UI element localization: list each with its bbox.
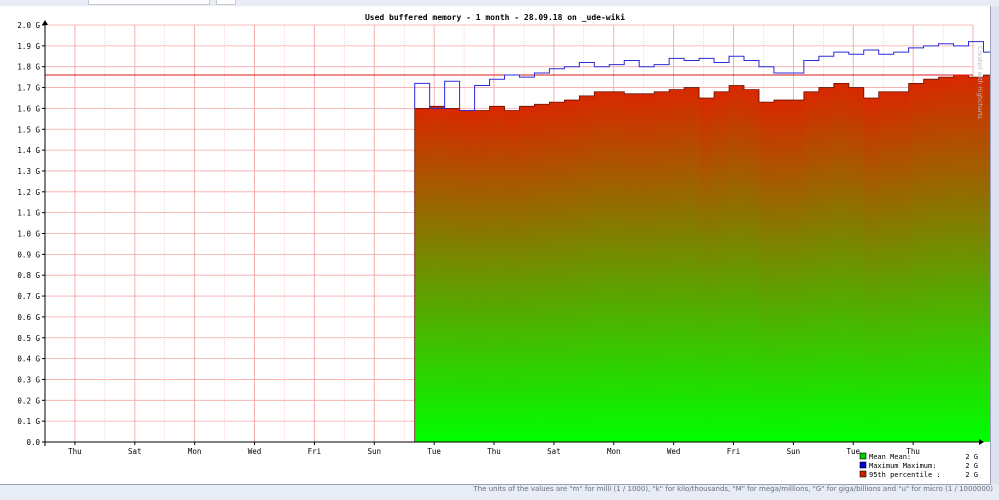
x-tick-label: Wed xyxy=(248,447,262,456)
y-tick-label: 1.5 G xyxy=(17,125,40,134)
x-tick-label: Thu xyxy=(487,447,501,456)
mean-bar xyxy=(833,83,850,442)
y-tick-label: 1.1 G xyxy=(17,209,40,218)
y-tick-label: 0.5 G xyxy=(17,334,40,343)
y-tick-label: 0.3 G xyxy=(17,375,40,384)
x-tick-label: Tue xyxy=(846,447,860,456)
mean-bar xyxy=(953,75,969,442)
mean-bar xyxy=(818,87,835,443)
x-tick-label: Fri xyxy=(308,447,322,456)
dropdown-toggle-edge[interactable] xyxy=(216,0,236,5)
mean-bar xyxy=(983,75,990,442)
y-tick-label: 1.0 G xyxy=(17,230,40,239)
scrollbar[interactable] xyxy=(991,6,999,484)
x-tick-label: Sun xyxy=(787,447,801,456)
y-tick-label: 0.4 G xyxy=(17,355,40,364)
mean-bar xyxy=(534,104,550,442)
legend: Mean Mean: 2 G Maximum Maximum: 2 G 95th per… xyxy=(859,452,978,479)
mean-bar xyxy=(429,106,446,442)
legend-label: Maximum Maximum: xyxy=(869,462,936,470)
y-tick-label: 1.4 G xyxy=(17,146,40,155)
y-tick-label: 0.2 G xyxy=(17,396,40,405)
mean-bar xyxy=(788,100,805,442)
y-tick-label: 0.7 G xyxy=(17,292,40,301)
chart-title: Used buffered memory - 1 month - 28.09.1… xyxy=(365,12,625,22)
y-tick-label: 0.6 G xyxy=(17,313,40,322)
mean-bar xyxy=(863,97,880,442)
units-footnote: The units of the values are "m" for mill… xyxy=(473,485,993,493)
y-tick-label: 1.9 G xyxy=(17,42,40,51)
mean-bar xyxy=(729,85,745,442)
legend-label: 95th percentile : xyxy=(869,471,941,479)
x-tick-label: Sat xyxy=(128,447,142,456)
mean-bar xyxy=(938,77,954,442)
mean-bar xyxy=(968,77,984,442)
legend-swatch xyxy=(859,461,867,469)
mean-bar xyxy=(848,87,865,443)
y-axis-arrow xyxy=(42,20,48,25)
mean-bar xyxy=(714,91,730,442)
mean-bars xyxy=(414,74,990,443)
mean-bar xyxy=(489,106,505,442)
x-tick-label: Sat xyxy=(547,447,561,456)
mean-bar xyxy=(803,91,820,442)
mean-bar xyxy=(519,106,535,442)
x-tick-label: Mon xyxy=(188,447,202,456)
mean-bar xyxy=(579,95,595,442)
chart-panel: Used buffered memory - 1 month - 28.09.1… xyxy=(0,6,991,485)
x-tick-label: Wed xyxy=(667,447,681,456)
mean-bar xyxy=(878,91,895,442)
mean-bar xyxy=(504,110,520,443)
y-tick-label: 0.1 G xyxy=(17,417,40,426)
mean-bar xyxy=(923,79,939,443)
x-tick-label: Thu xyxy=(68,447,82,456)
mean-bar xyxy=(654,91,670,442)
memory-chart: Used buffered memory - 1 month - 28.09.1… xyxy=(17,12,990,479)
mean-bar xyxy=(639,93,655,443)
mean-bar xyxy=(564,100,580,442)
mean-bar xyxy=(773,100,790,442)
mean-bar xyxy=(684,87,700,443)
address-bar-edge[interactable] xyxy=(88,0,210,5)
mean-bar xyxy=(414,108,431,443)
x-tick-label: Fri xyxy=(727,447,741,456)
y-tick-label: 1.6 G xyxy=(17,104,40,113)
mean-bar xyxy=(908,83,925,442)
mean-bar xyxy=(624,93,640,443)
y-tick-label: 1.3 G xyxy=(17,167,40,176)
x-tick-label: Sun xyxy=(368,447,382,456)
mean-bar xyxy=(699,97,715,442)
mean-bar xyxy=(669,89,685,442)
mean-bar xyxy=(459,110,475,443)
legend-value: 2 G xyxy=(965,453,978,461)
legend-label: Mean Mean: xyxy=(869,453,911,461)
y-tick-label: 1.8 G xyxy=(17,63,40,72)
y-tick-label: 1.7 G xyxy=(17,84,40,93)
watermark: Created with Highcharts xyxy=(976,46,983,119)
mean-bar xyxy=(758,102,775,443)
mean-bar xyxy=(474,110,490,443)
mean-bar xyxy=(893,91,910,442)
y-tick-label: 1.2 G xyxy=(17,188,40,197)
mean-bar xyxy=(444,108,461,443)
y-axis-labels: 0.0 0.1 G 0.2 G 0.3 G 0.4 G 0.5 G 0.6 G 0.7 G 0.… xyxy=(17,21,40,447)
mean-bar xyxy=(594,91,610,442)
x-axis-labels: Thu Sat Mon Wed Fri Sun Tue Thu Sat Mon Wed Fri Sun T… xyxy=(68,442,920,456)
legend-value: 2 G xyxy=(965,471,978,479)
legend-swatch xyxy=(859,470,867,478)
mean-bar xyxy=(609,91,625,442)
y-tick-label: 2.0 G xyxy=(17,21,40,30)
y-tick-label: 0.8 G xyxy=(17,271,40,280)
mean-bar xyxy=(549,102,565,443)
screen: Used buffered memory - 1 month - 28.09.1… xyxy=(0,0,999,499)
x-tick-label: Mon xyxy=(607,447,621,456)
legend-value: 2 G xyxy=(965,462,978,470)
y-tick-label: 0.9 G xyxy=(17,250,40,259)
mean-bar xyxy=(743,89,760,442)
y-tick-label: 0.0 xyxy=(26,438,40,447)
x-tick-label: Tue xyxy=(427,447,441,456)
legend-swatch xyxy=(859,452,867,460)
